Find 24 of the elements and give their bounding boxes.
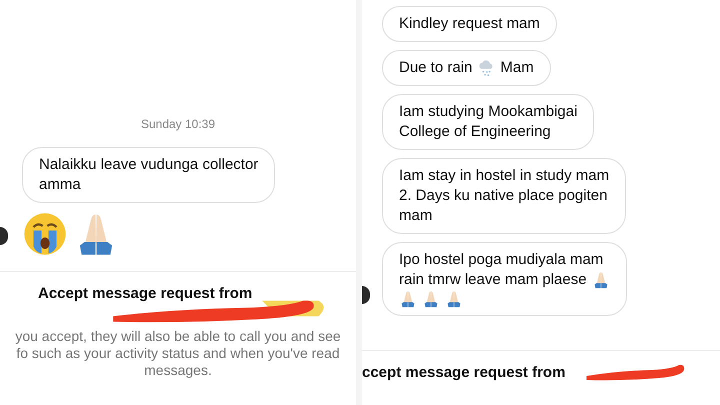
praying-hands-icon [399, 290, 417, 308]
praying-hands-icon [422, 290, 440, 308]
message-text: Ipo hostel poga mudiyala mam [399, 250, 604, 270]
request-info-text: fo such as your activity status and when you've read [16, 345, 340, 362]
message-text: 2. Days ku native place pogiten [399, 186, 608, 206]
snow-cloud-icon [477, 59, 496, 77]
message-text: Nalaikku leave vudunga collector [39, 155, 258, 175]
message-text: mam [399, 206, 432, 226]
message-text: Mam [500, 58, 534, 78]
timestamp: Sunday 10:39 [140, 117, 216, 131]
request-title: ccept message request from [362, 364, 566, 380]
message-text: Iam stay in hostel in study mam [399, 166, 610, 186]
message-text: College of Engineering [399, 122, 551, 142]
praying-hands-icon [445, 290, 463, 308]
message-text: amma [39, 175, 81, 195]
crying-face-icon [22, 211, 68, 257]
praying-hands-icon [592, 271, 610, 289]
message-text: Iam studying Mookambigai [399, 102, 578, 122]
message-text: Kindley request mam [399, 14, 540, 34]
message-text: rain tmrw leave mam plaese [399, 270, 587, 290]
request-info-text: messages. [144, 362, 212, 379]
request-title: Accept message request from [38, 284, 252, 302]
message-text: Due to rain [399, 58, 472, 78]
request-info-text: you accept, they will also be able to call you and see [15, 328, 341, 345]
